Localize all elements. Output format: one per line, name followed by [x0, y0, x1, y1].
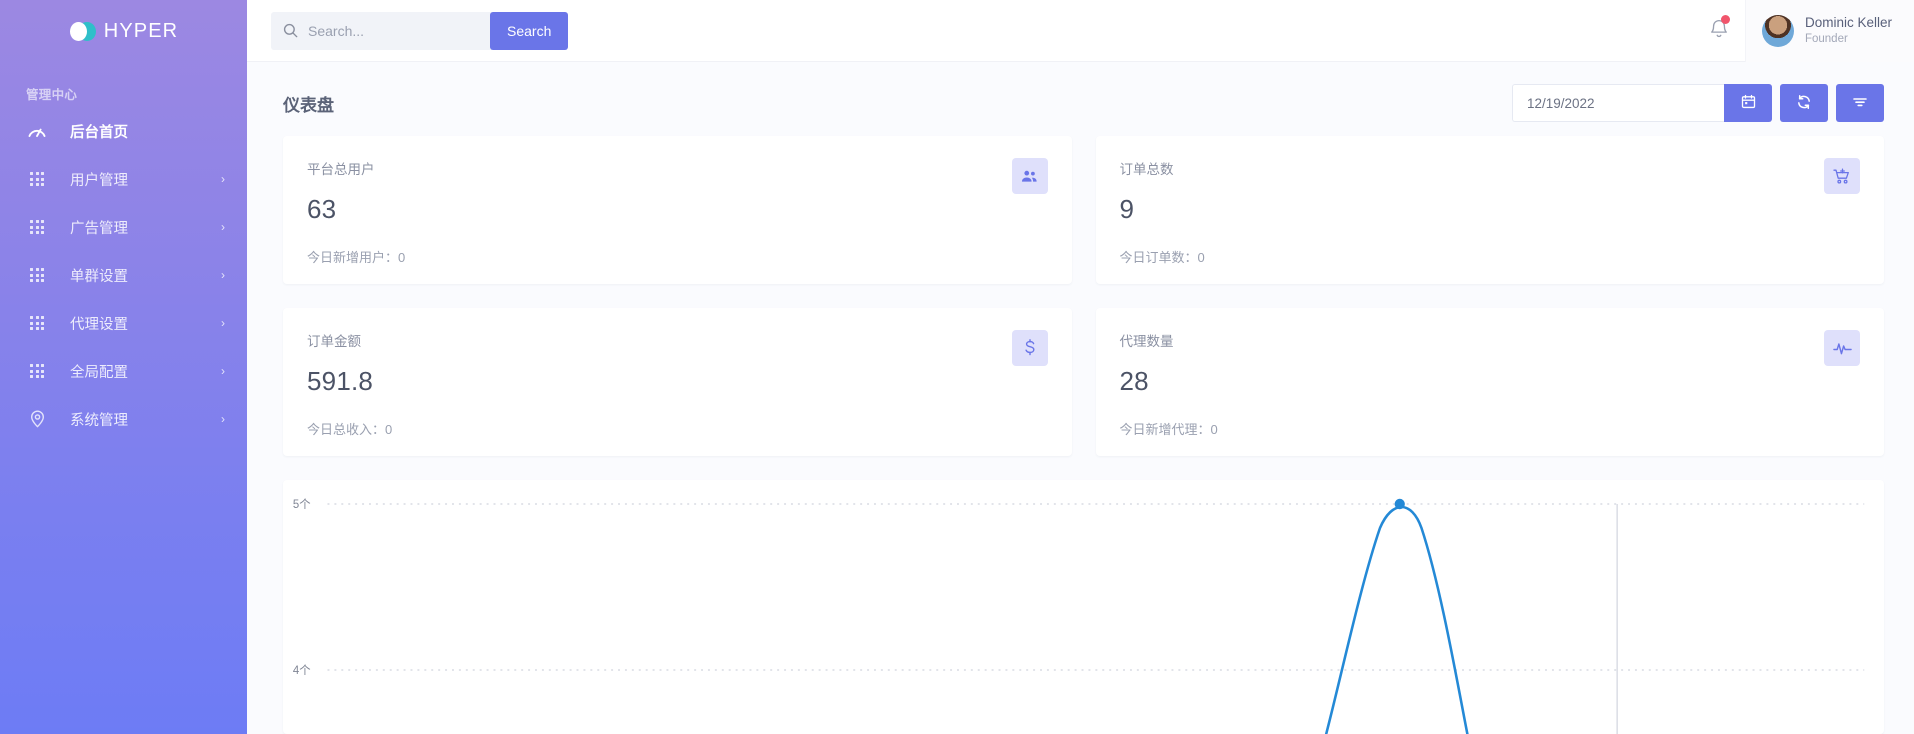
grid-dots-icon: [26, 268, 48, 282]
chart-ytick-label: 5个: [293, 498, 311, 511]
sidebar-item-label: 系统管理: [70, 409, 128, 430]
topbar: Search Dominic Keller: [247, 0, 1914, 62]
grid-dots-icon: [26, 316, 48, 330]
sidebar-section-title: 管理中心: [0, 62, 247, 111]
users-icon: [1012, 158, 1048, 194]
stat-sub-label: 今日总收入：: [307, 422, 385, 437]
refresh-button[interactable]: [1780, 84, 1828, 122]
sidebar-item-ad-management[interactable]: 广告管理 ›: [0, 207, 247, 247]
stat-sub: 今日订单数：0: [1120, 247, 1861, 266]
chart-ytick-label: 4个: [293, 664, 311, 677]
stat-label: 订单总数: [1120, 158, 1861, 178]
sidebar-item-system-management[interactable]: 系统管理 ›: [0, 399, 247, 439]
topbar-right: Dominic Keller Founder: [1693, 0, 1914, 62]
date-input[interactable]: 12/19/2022: [1512, 84, 1724, 122]
user-role: Founder: [1805, 32, 1892, 46]
user-meta: Dominic Keller Founder: [1805, 15, 1892, 46]
stat-sub: 今日新增代理：0: [1120, 419, 1861, 438]
stat-card-order-amount: 订单金额 591.8 今日总收入：0: [283, 308, 1072, 456]
chevron-right-icon: ›: [221, 173, 225, 185]
sidebar-item-group-settings[interactable]: 单群设置 ›: [0, 255, 247, 295]
brand-logo[interactable]: HYPER: [0, 0, 247, 62]
filter-button[interactable]: [1836, 84, 1884, 122]
sidebar-item-agent-settings[interactable]: 代理设置 ›: [0, 303, 247, 343]
stat-sub-label: 今日订单数：: [1120, 250, 1198, 265]
stat-value: 591.8: [307, 366, 1048, 397]
calendar-button[interactable]: [1724, 84, 1772, 122]
search-group: Search: [271, 12, 568, 50]
sidebar-item-label: 全局配置: [70, 361, 128, 382]
main-area: Search Dominic Keller: [247, 0, 1914, 734]
user-menu[interactable]: Dominic Keller Founder: [1745, 0, 1914, 62]
search-box[interactable]: [271, 12, 492, 50]
chevron-right-icon: ›: [221, 317, 225, 329]
notification-badge: [1721, 15, 1730, 24]
stat-value: 9: [1120, 194, 1861, 225]
chart-card: 5个 4个: [283, 480, 1884, 734]
stat-card-total-orders: 订单总数 9 今日订单数：0: [1096, 136, 1885, 284]
stat-sub-value: 0: [398, 250, 405, 265]
search-icon: [283, 23, 298, 38]
pulse-icon: [1824, 330, 1860, 366]
dollar-icon: [1012, 330, 1048, 366]
search-button[interactable]: Search: [490, 12, 568, 50]
grid-dots-icon: [26, 364, 48, 378]
stat-sub: 今日新增用户：0: [307, 247, 1048, 266]
sidebar-item-user-management[interactable]: 用户管理 ›: [0, 159, 247, 199]
hyper-circles-logo-icon: [69, 22, 95, 41]
stat-value: 63: [307, 194, 1048, 225]
chevron-right-icon: ›: [221, 413, 225, 425]
speedometer-icon: [26, 124, 48, 138]
page-actions: 12/19/2022: [1512, 84, 1884, 122]
stat-sub: 今日总收入：0: [307, 419, 1048, 438]
sidebar-item-dashboard[interactable]: 后台首页: [0, 111, 247, 151]
stat-label: 平台总用户: [307, 158, 1048, 178]
stat-label: 代理数量: [1120, 330, 1861, 350]
stat-label: 订单金额: [307, 330, 1048, 350]
cart-plus-icon: [1824, 158, 1860, 194]
stat-card-agent-count: 代理数量 28 今日新增代理：0: [1096, 308, 1885, 456]
grid-dots-icon: [26, 220, 48, 234]
stat-cards: 平台总用户 63 今日新增用户：0 订单总数 9 今日订单数：0: [247, 130, 1914, 456]
map-pin-icon: [26, 410, 48, 428]
activity-line-chart[interactable]: 5个 4个: [283, 480, 1884, 734]
user-name: Dominic Keller: [1805, 15, 1892, 32]
chevron-right-icon: ›: [221, 269, 225, 281]
grid-dots-icon: [26, 172, 48, 186]
page-header: 仪表盘 12/19/2022: [247, 62, 1914, 130]
stat-sub-label: 今日新增用户：: [307, 250, 398, 265]
chevron-right-icon: ›: [221, 365, 225, 377]
sidebar: HYPER 管理中心 后台首页 用户管理 › 广告管理 ›: [0, 0, 247, 734]
brand-name: HYPER: [104, 20, 178, 43]
chart-line-series: [1313, 507, 1477, 734]
sidebar-item-label: 用户管理: [70, 169, 128, 190]
filter-icon: [1852, 95, 1868, 112]
stat-sub-value: 0: [1198, 250, 1205, 265]
sidebar-item-label: 代理设置: [70, 313, 128, 334]
sidebar-item-global-config[interactable]: 全局配置 ›: [0, 351, 247, 391]
stat-sub-value: 0: [385, 422, 392, 437]
app-root: HYPER 管理中心 后台首页 用户管理 › 广告管理 ›: [0, 0, 1914, 734]
page-title: 仪表盘: [283, 91, 334, 116]
stat-value: 28: [1120, 366, 1861, 397]
sidebar-item-label: 单群设置: [70, 265, 128, 286]
calendar-icon: [1741, 94, 1756, 112]
search-input[interactable]: [308, 23, 480, 39]
sidebar-item-label: 后台首页: [70, 121, 128, 142]
stat-card-total-users: 平台总用户 63 今日新增用户：0: [283, 136, 1072, 284]
avatar: [1762, 15, 1794, 47]
refresh-icon: [1796, 94, 1812, 113]
notifications-button[interactable]: [1693, 0, 1745, 62]
chart-data-point[interactable]: [1395, 499, 1405, 509]
chevron-right-icon: ›: [221, 221, 225, 233]
stat-sub-value: 0: [1211, 422, 1218, 437]
sidebar-item-label: 广告管理: [70, 217, 128, 238]
stat-sub-label: 今日新增代理：: [1120, 422, 1211, 437]
